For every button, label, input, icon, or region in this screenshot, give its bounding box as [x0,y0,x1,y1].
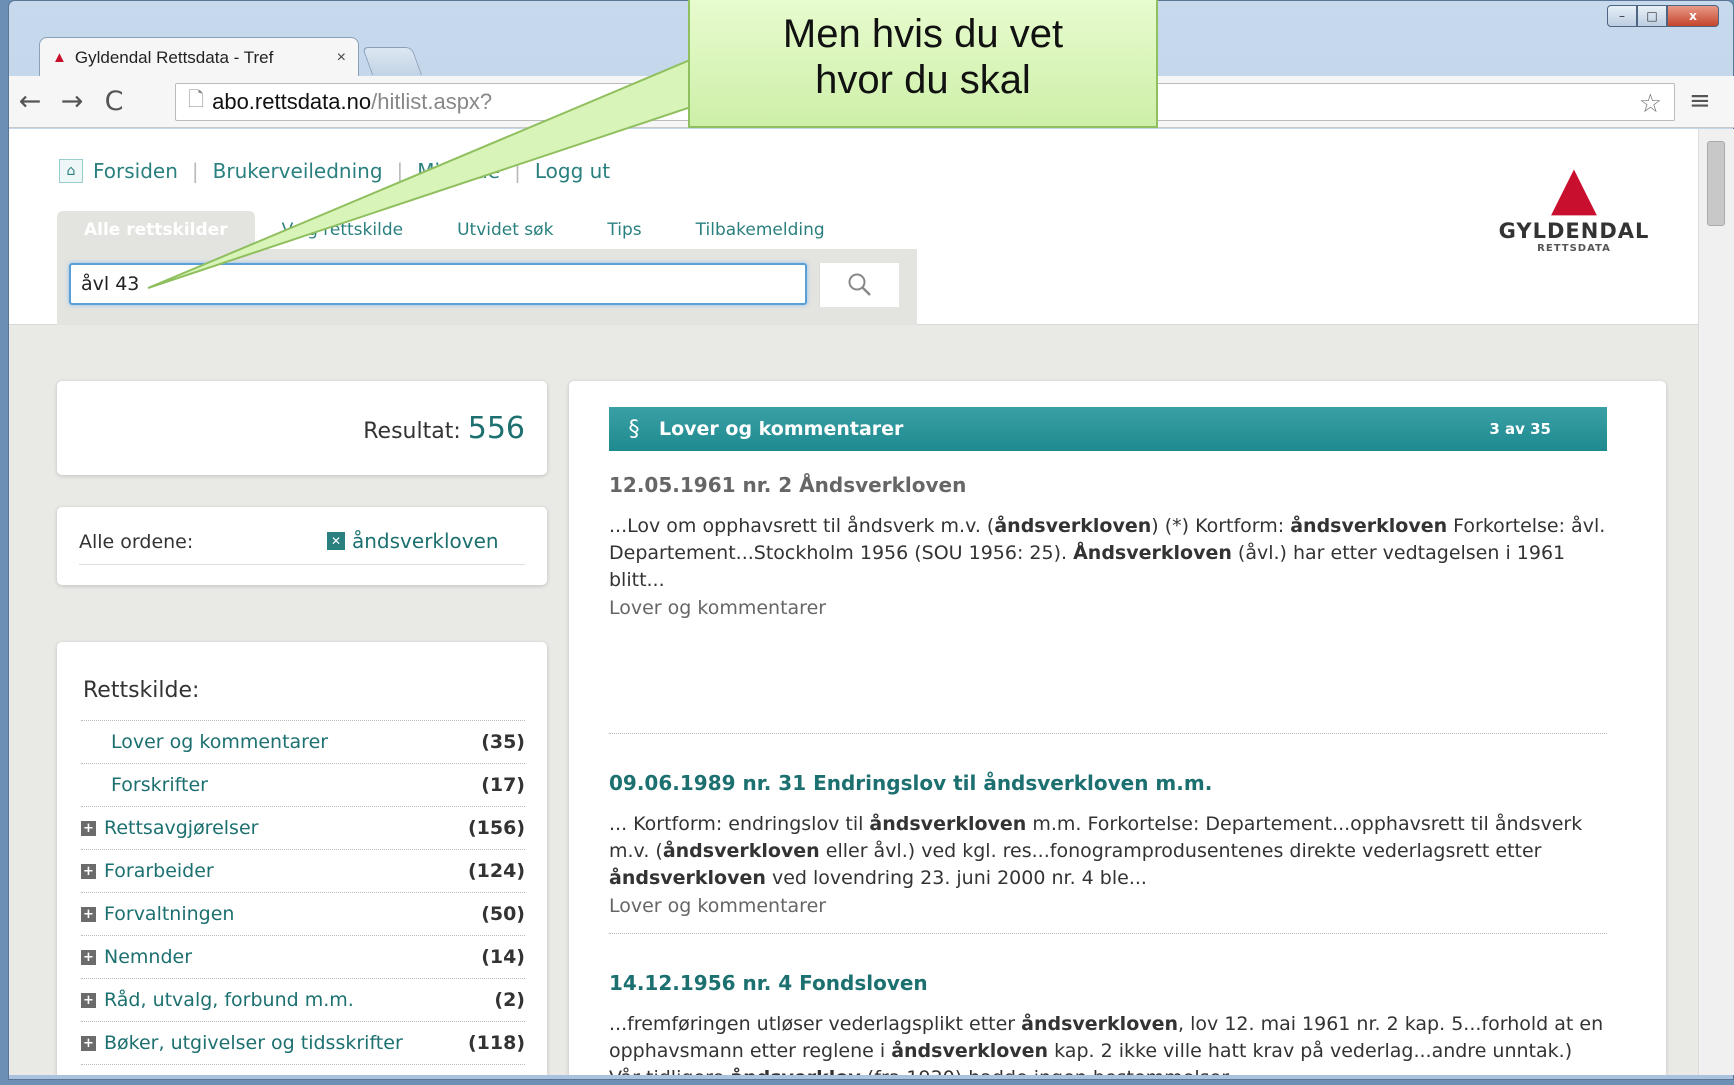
callout-line-2: hvor du skal [815,58,1031,102]
callout-box: Men hvis du vet hvor du skal [688,0,1158,128]
callout-pointer [147,58,702,289]
callout-line-1: Men hvis du vet [782,12,1064,56]
